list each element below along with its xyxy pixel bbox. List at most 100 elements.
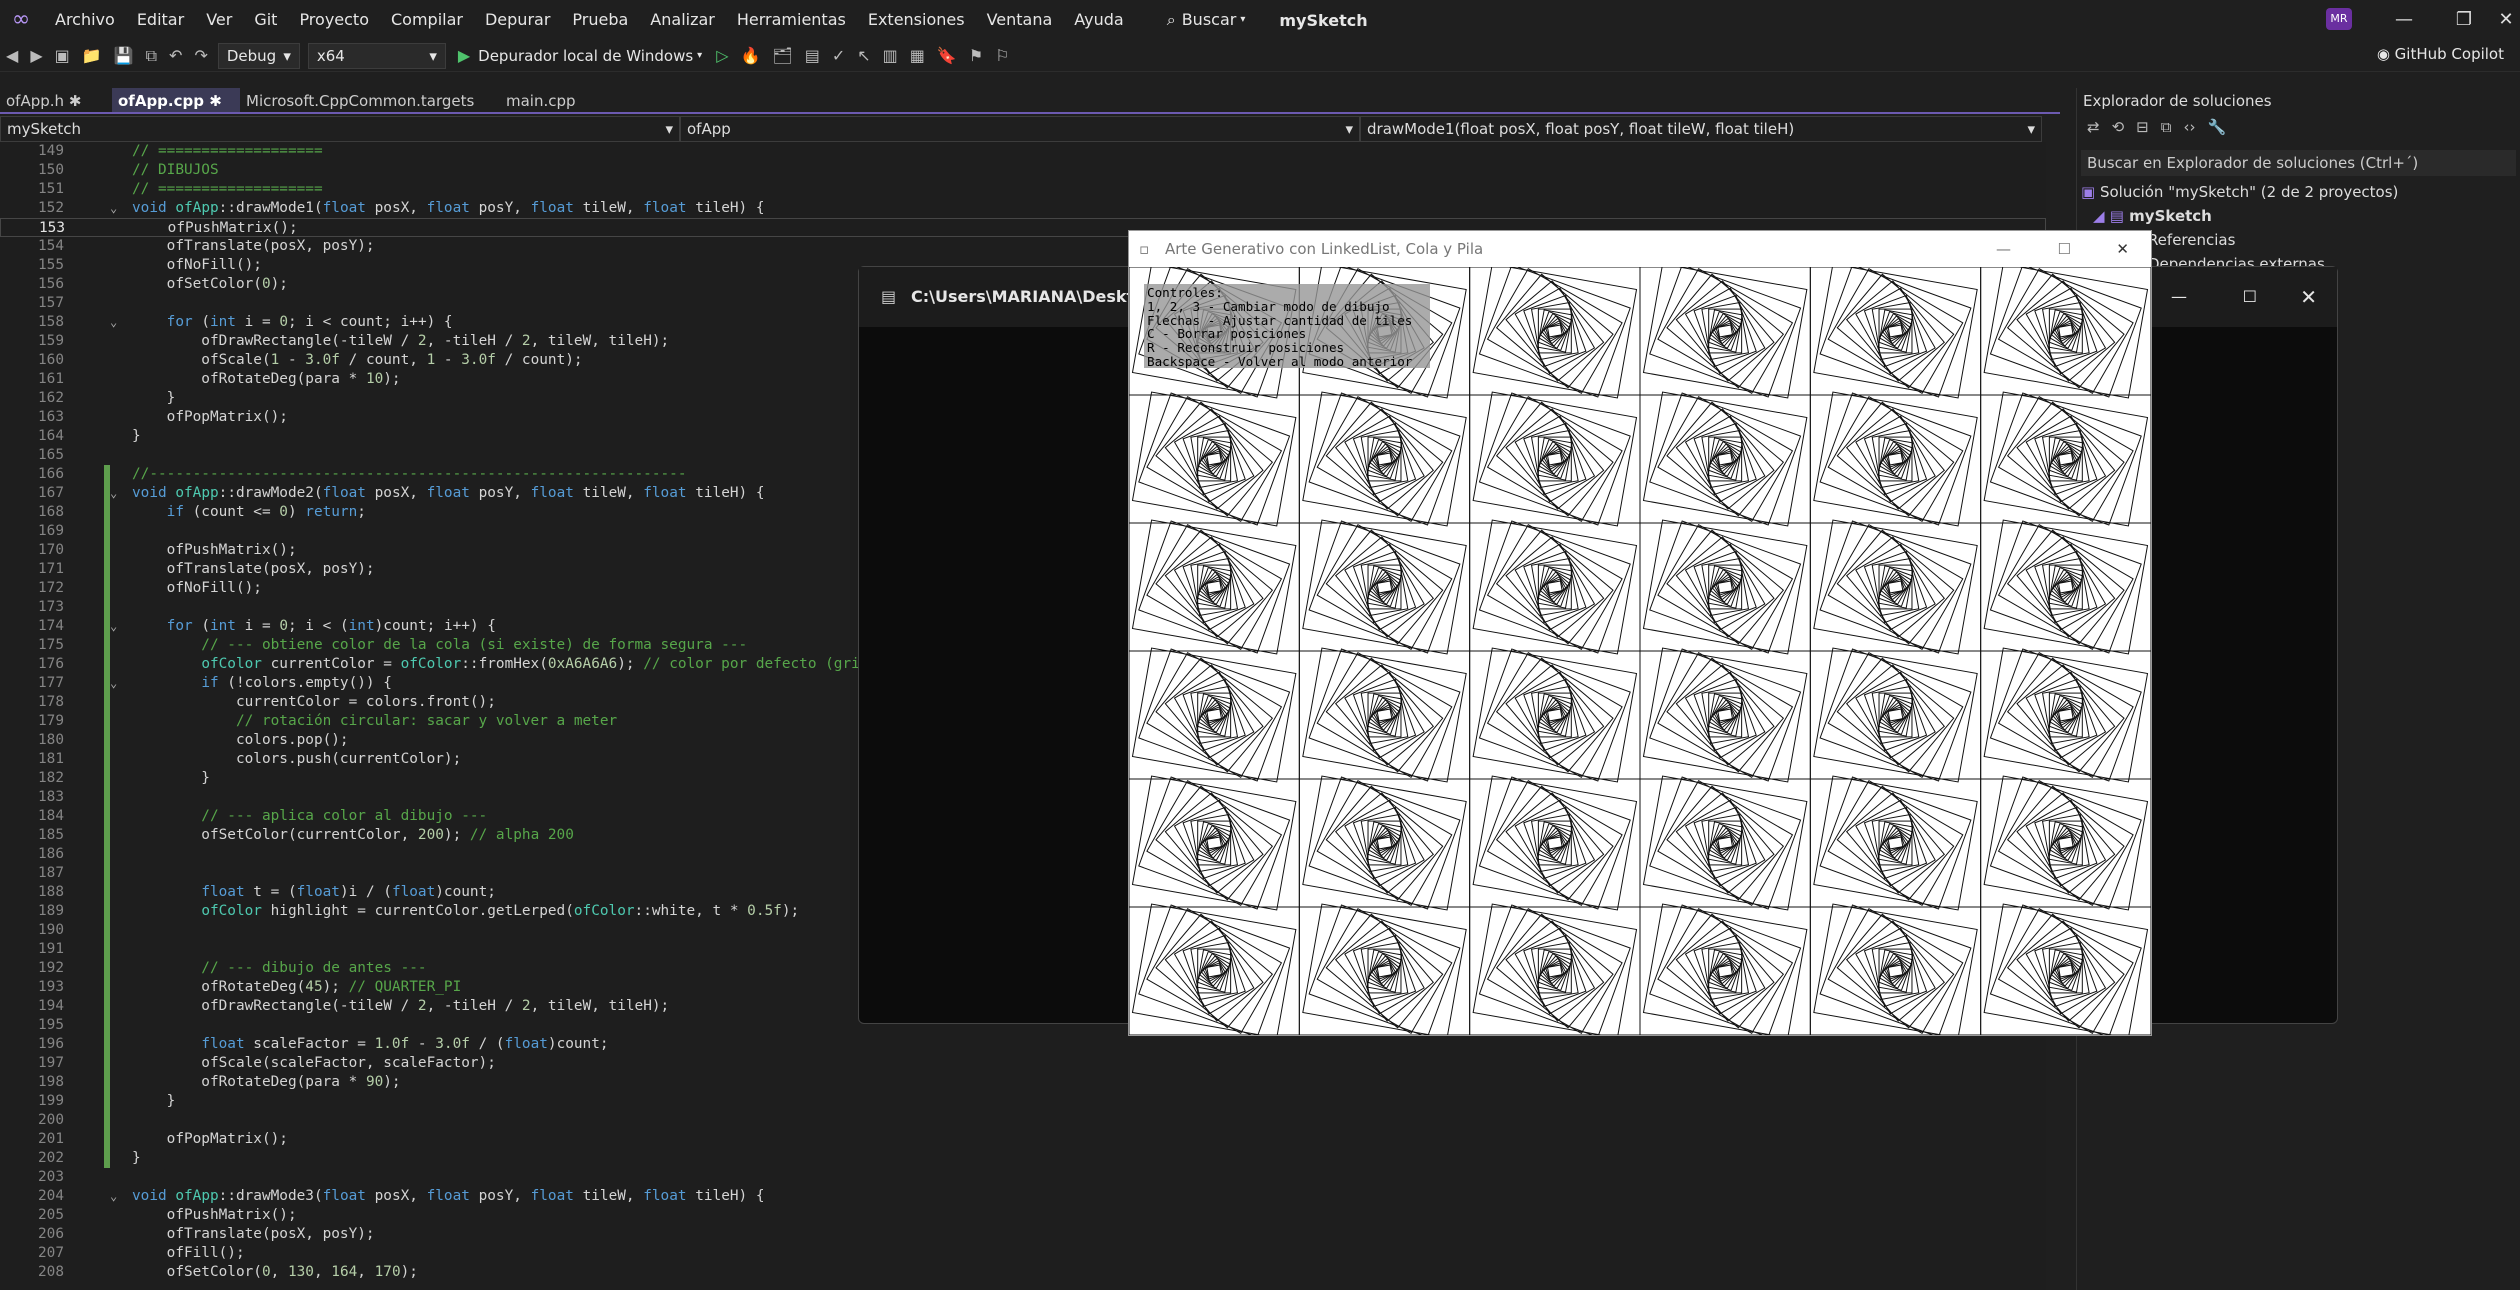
file-explorer-icon[interactable]: 🗂 xyxy=(772,46,792,65)
check-icon[interactable]: ✓ xyxy=(832,46,845,65)
save-all-icon[interactable]: ⧉ xyxy=(146,46,157,66)
code-line[interactable]: 202} xyxy=(0,1149,2046,1168)
spiral-square xyxy=(2057,964,2074,978)
console-minimize-button[interactable]: — xyxy=(2171,267,2187,327)
start-without-debugging-icon[interactable]: ▷ xyxy=(716,46,728,65)
menu-item-editar[interactable]: Editar xyxy=(126,0,195,40)
spiral-tile xyxy=(1639,903,1811,1035)
tab-ofapp-cpp[interactable]: ofApp.cpp ✱ xyxy=(112,88,240,112)
code-line[interactable]: 208 ofSetColor(0, 130, 164, 170); xyxy=(0,1263,2046,1282)
code-line[interactable]: 150 // DIBUJOS xyxy=(0,161,2046,180)
code-line[interactable]: 205 ofPushMatrix(); xyxy=(0,1206,2046,1225)
solution-toolbar: ⇄ ⟲ ⊟ ⧉ ‹› 🔧 xyxy=(2077,114,2520,140)
copy-icon[interactable]: ⧉ xyxy=(2161,118,2172,136)
fold-chevron-icon[interactable]: ⌄ xyxy=(110,199,117,218)
platform-select[interactable]: x64 ▾ xyxy=(307,42,446,69)
code-line[interactable]: 151 // =================== xyxy=(0,180,2046,199)
code-line[interactable]: 198 ofRotateDeg(para * 90); xyxy=(0,1073,2046,1092)
menu-item-extensiones[interactable]: Extensiones xyxy=(857,0,976,40)
project-dropdown[interactable]: mySketch ▾ xyxy=(0,116,680,142)
scope-dropdown[interactable]: ofApp ▾ xyxy=(680,116,1360,142)
format-icon[interactable]: ▥ xyxy=(883,46,898,65)
configuration-select[interactable]: Debug ▾ xyxy=(217,42,300,69)
wrench-icon[interactable]: 🔧 xyxy=(2207,118,2226,136)
tab-main-cpp[interactable]: main.cpp xyxy=(500,88,590,112)
menu-item-archivo[interactable]: Archivo xyxy=(44,0,126,40)
run-debugger-button[interactable]: ▶ Depurador local de Windows ▾ xyxy=(458,46,702,65)
changed-line-marker xyxy=(104,940,110,959)
code-line[interactable]: 203 xyxy=(0,1168,2046,1187)
line-number: 185 xyxy=(38,827,64,843)
open-folder-icon[interactable]: 📁 xyxy=(82,46,102,65)
code-line[interactable]: 206 ofTranslate(posX, posY); xyxy=(0,1225,2046,1244)
code-line[interactable]: 197 ofScale(scaleFactor, scaleFactor); xyxy=(0,1054,2046,1073)
pin-icon[interactable]: ✱ xyxy=(69,92,82,110)
menu-item-depurar[interactable]: Depurar xyxy=(474,0,561,40)
code-line[interactable]: 199 } xyxy=(0,1092,2046,1111)
layout-icon[interactable]: ▤ xyxy=(805,46,820,65)
of-maximize-button[interactable]: ☐ xyxy=(2058,231,2071,267)
code-line[interactable]: 152 ⌄ void ofApp::drawMode1(float posX, fl… xyxy=(0,199,2046,218)
menu-item-git[interactable]: Git xyxy=(243,0,288,40)
bookmark-prev-icon[interactable]: ⚑ xyxy=(969,46,983,65)
menu-item-ver[interactable]: Ver xyxy=(195,0,243,40)
redo-icon[interactable]: ↷ xyxy=(194,46,207,65)
new-project-icon[interactable]: ▣ xyxy=(55,46,70,65)
hot-reload-icon[interactable]: 🔥 xyxy=(741,46,761,65)
code-line[interactable]: 196 float scaleFactor = 1.0f - 3.0f / (f… xyxy=(0,1035,2046,1054)
of-minimize-button[interactable]: — xyxy=(1996,231,2011,267)
menu-item-analizar[interactable]: Analizar xyxy=(639,0,726,40)
code-icon[interactable]: ‹› xyxy=(2183,118,2195,136)
menu-item-ayuda[interactable]: Ayuda xyxy=(1063,0,1134,40)
save-icon[interactable]: 💾 xyxy=(114,46,134,65)
bookmark-icon[interactable]: 🔖 xyxy=(937,46,957,65)
collapse-icon[interactable]: ⊟ xyxy=(2136,118,2149,136)
menu-item-herramientas[interactable]: Herramientas xyxy=(726,0,857,40)
line-number: 174 xyxy=(38,618,64,634)
of-close-button[interactable]: ✕ xyxy=(2116,231,2129,267)
user-avatar[interactable]: MR xyxy=(2326,8,2352,30)
fold-chevron-icon[interactable]: ⌄ xyxy=(110,1187,117,1206)
bookmark-next-icon[interactable]: ⚐ xyxy=(995,46,1009,65)
maximize-button[interactable]: ❐ xyxy=(2436,0,2492,40)
code-text: } xyxy=(132,390,176,406)
member-dropdown[interactable]: drawMode1(float posX, float posY, float … xyxy=(1360,116,2042,142)
back-icon[interactable]: ◀ xyxy=(6,46,18,65)
menu-item-ventana[interactable]: Ventana xyxy=(976,0,1064,40)
copilot-button[interactable]: ◉ GitHub Copilot xyxy=(2377,45,2504,63)
console-close-button[interactable]: ✕ xyxy=(2300,267,2317,327)
code-text: ofColor highlight = currentColor.getLerp… xyxy=(201,903,800,919)
code-line[interactable]: 201 ofPopMatrix(); xyxy=(0,1130,2046,1149)
fold-chevron-icon[interactable]: ⌄ xyxy=(110,313,117,332)
fold-chevron-icon[interactable]: ⌄ xyxy=(110,484,117,503)
code-line[interactable]: 200 xyxy=(0,1111,2046,1130)
history-icon[interactable]: ⟲ xyxy=(2112,118,2125,136)
code-line[interactable]: 204 ⌄ void ofApp::drawMode3(float posX, fl… xyxy=(0,1187,2046,1206)
menu-item-compilar[interactable]: Compilar xyxy=(380,0,474,40)
cursor-icon[interactable]: ↖ xyxy=(857,46,870,65)
minimize-button[interactable]: — xyxy=(2376,0,2432,40)
generative-art-canvas[interactable] xyxy=(1129,267,2151,1035)
undo-icon[interactable]: ↶ xyxy=(169,46,182,65)
tab-ofapp-h[interactable]: ofApp.h ✱ xyxy=(0,88,112,112)
fold-chevron-icon[interactable]: ⌄ xyxy=(110,617,117,636)
sync-icon[interactable]: ⇄ xyxy=(2087,118,2100,136)
spiral-square xyxy=(1657,779,1794,907)
solution-search-input[interactable]: Buscar en Explorador de soluciones (Ctrl… xyxy=(2081,150,2516,176)
tab-cppcommon-targets[interactable]: Microsoft.CppCommon.targets xyxy=(240,88,500,112)
code-text: float t = (float)i / (float)count; xyxy=(201,884,496,900)
spiral-square xyxy=(1129,394,1300,524)
console-maximize-button[interactable]: ☐ xyxy=(2243,267,2257,327)
menu-item-proyecto[interactable]: Proyecto xyxy=(288,0,380,40)
search-button[interactable]: ⌕ Buscar ▾ xyxy=(1157,0,1256,40)
forward-icon[interactable]: ▶ xyxy=(30,46,42,65)
menu-item-prueba[interactable]: Prueba xyxy=(561,0,639,40)
project-node[interactable]: ◢ ▤ mySketch xyxy=(2077,204,2520,228)
comment-icon[interactable]: ▦ xyxy=(910,46,925,65)
fold-chevron-icon[interactable]: ⌄ xyxy=(110,674,117,693)
code-line[interactable]: 149 // =================== xyxy=(0,142,2046,161)
code-line[interactable]: 207 ofFill(); xyxy=(0,1244,2046,1263)
solution-node[interactable]: ▣ Solución "mySketch" (2 de 2 proyectos) xyxy=(2077,180,2520,204)
close-button[interactable]: ✕ xyxy=(2492,0,2520,40)
pin-icon[interactable]: ✱ xyxy=(209,92,222,110)
